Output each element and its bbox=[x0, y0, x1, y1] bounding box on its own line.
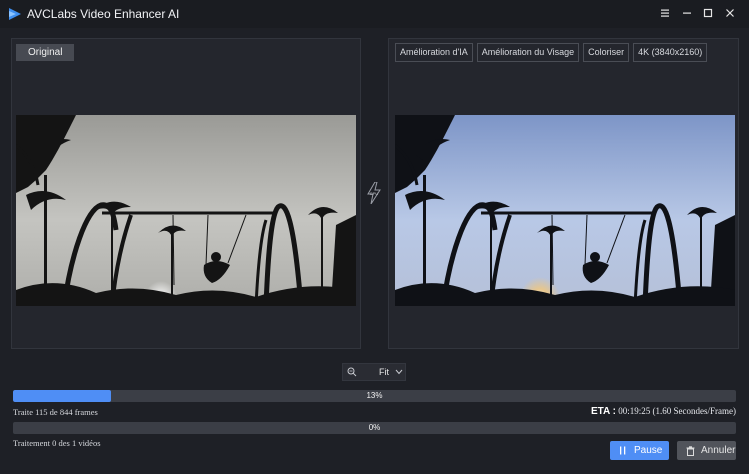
zoom-icon bbox=[347, 367, 357, 377]
frame-progress-bar: 13% bbox=[13, 390, 736, 402]
pause-icon bbox=[620, 446, 626, 455]
tag-colorize: Coloriser bbox=[583, 43, 630, 62]
app-logo-icon bbox=[9, 8, 21, 20]
trash-icon bbox=[686, 446, 695, 456]
pause-button[interactable]: Pause bbox=[610, 441, 669, 460]
tag-resolution: 4K (3840x2160) bbox=[633, 43, 708, 62]
title-bar: AVCLabs Video Enhancer AI bbox=[0, 0, 749, 28]
overall-progress-label: 0% bbox=[368, 423, 381, 432]
maximize-icon[interactable] bbox=[699, 5, 717, 23]
tag-face-enhancement: Amélioration du Visage bbox=[476, 43, 580, 62]
chevron-down-icon bbox=[395, 369, 403, 375]
tag-ai-enhancement: Amélioration d'IA bbox=[395, 43, 473, 62]
enhanced-preview-panel: Amélioration d'IA Amélioration du Visage… bbox=[388, 38, 739, 349]
gpu-label: GPU bbox=[370, 191, 379, 196]
menu-icon[interactable] bbox=[656, 5, 674, 23]
videos-status: Traitement 0 des 1 vidéos bbox=[13, 438, 101, 448]
frames-status: Traite 115 de 844 frames bbox=[13, 407, 98, 417]
eta-readout: ETA : 00:19:25 (1.60 Secondes/Frame) bbox=[591, 406, 736, 417]
original-label: Original bbox=[16, 44, 75, 61]
pause-label: Pause bbox=[634, 445, 663, 456]
cancel-button[interactable]: Annuler bbox=[677, 441, 736, 460]
frame-progress-label: 13% bbox=[366, 391, 383, 400]
eta-value: 00:19:25 (1.60 Secondes/Frame) bbox=[618, 406, 736, 416]
zoom-select[interactable]: Fit bbox=[342, 363, 406, 381]
eta-label: ETA : bbox=[591, 406, 617, 417]
close-icon[interactable] bbox=[721, 5, 739, 23]
original-preview-panel: Original bbox=[11, 38, 361, 349]
gpu-icon: GPU bbox=[367, 182, 381, 204]
original-video-frame bbox=[16, 115, 356, 306]
zoom-value: Fit bbox=[379, 367, 389, 377]
app-title: AVCLabs Video Enhancer AI bbox=[27, 7, 180, 21]
cancel-label: Annuler bbox=[701, 445, 736, 456]
minimize-icon[interactable] bbox=[678, 5, 696, 23]
enhanced-video-frame bbox=[395, 115, 735, 306]
overall-progress-bar: 0% bbox=[13, 422, 736, 434]
enhancement-tags: Amélioration d'IA Amélioration du Visage… bbox=[395, 43, 708, 62]
